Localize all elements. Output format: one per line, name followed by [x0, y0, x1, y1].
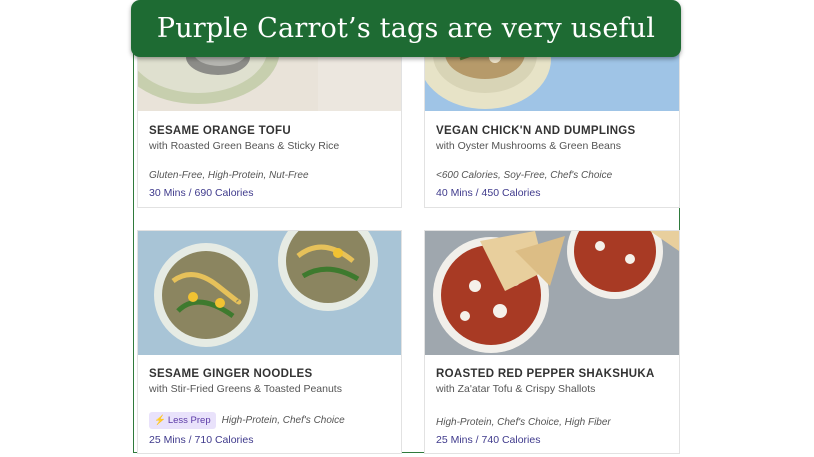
meal-tags-row: ⚡ Less Prep High-Protein, Chef's Choice — [149, 412, 345, 429]
meal-title[interactable]: VEGAN CHICK'N AND DUMPLINGS — [436, 125, 636, 137]
meal-tags: Gluten-Free, High-Protein, Nut-Free — [149, 170, 309, 181]
meal-card-roasted-red-pepper-shakshuka[interactable]: ROASTED RED PEPPER SHAKSHUKA with Za'ata… — [424, 230, 680, 454]
meal-stats: 25 Mins / 710 Calories — [149, 434, 254, 446]
meal-subtitle: with Roasted Green Beans & Sticky Rice — [149, 140, 340, 152]
meal-tags: High-Protein, Chef's Choice — [221, 415, 345, 426]
meal-stats: 30 Mins / 690 Calories — [149, 187, 254, 199]
meal-photo[interactable] — [138, 231, 401, 355]
less-prep-badge: ⚡ Less Prep — [149, 412, 216, 429]
meal-tags: <600 Calories, Soy-Free, Chef's Choice — [436, 170, 613, 181]
meal-tags: High-Protein, Chef's Choice, High Fiber — [436, 417, 611, 428]
meal-title[interactable]: ROASTED RED PEPPER SHAKSHUKA — [436, 368, 655, 380]
meal-subtitle: with Stir-Fried Greens & Toasted Peanuts — [149, 383, 342, 395]
meal-stats: 40 Mins / 450 Calories — [436, 187, 541, 199]
meal-subtitle: with Oyster Mushrooms & Green Beans — [436, 140, 621, 152]
meal-card-sesame-ginger-noodles[interactable]: SESAME GINGER NOODLES with Stir-Fried Gr… — [137, 230, 402, 454]
caption-banner: Purple Carrot’s tags are very useful — [131, 0, 681, 57]
meal-title[interactable]: SESAME GINGER NOODLES — [149, 368, 313, 380]
caption-text: Purple Carrot’s tags are very useful — [156, 13, 656, 44]
meal-subtitle: with Za'atar Tofu & Crispy Shallots — [436, 383, 596, 395]
meal-stats: 25 Mins / 740 Calories — [436, 434, 541, 446]
meal-photo[interactable] — [425, 231, 679, 355]
meal-title[interactable]: SESAME ORANGE TOFU — [149, 125, 291, 137]
badge-label: Less Prep — [167, 415, 211, 426]
lightning-icon: ⚡ — [154, 415, 166, 426]
